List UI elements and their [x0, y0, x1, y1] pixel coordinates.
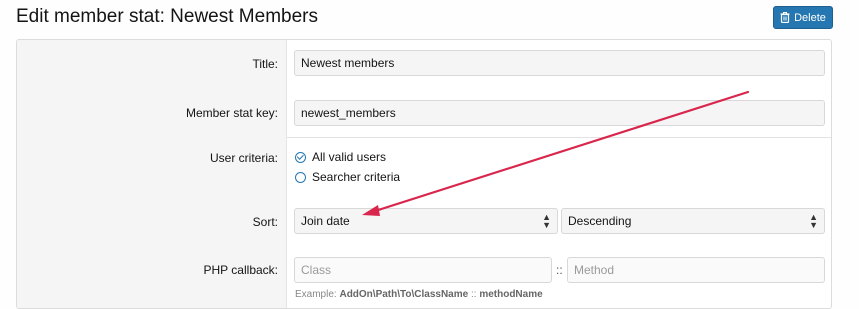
stat-key-label: Member stat key:: [185, 106, 278, 120]
sort-field-select[interactable]: Join date ▲ ▼: [294, 208, 558, 234]
criteria-option-label: Searcher criteria: [312, 170, 401, 184]
callback-method-input[interactable]: Method: [567, 257, 825, 283]
example-separator: ::: [470, 289, 477, 300]
callback-class-input[interactable]: Class: [294, 257, 552, 283]
criteria-label: User criteria:: [209, 151, 278, 165]
sort-order-select[interactable]: Descending ▲ ▼: [561, 208, 825, 234]
stat-key-input[interactable]: newest_members: [294, 100, 825, 126]
sort-label: Sort:: [252, 215, 278, 229]
divider: [287, 137, 831, 138]
criteria-option-all-valid[interactable]: All valid users: [295, 150, 386, 164]
trash-icon: [780, 12, 790, 23]
example-prefix: Example:: [295, 289, 337, 300]
select-arrows-icon: ▲ ▼: [809, 212, 818, 230]
page-title: Edit member stat: Newest Members: [16, 6, 318, 27]
radio-unchecked-icon: [295, 171, 306, 183]
title-label: Title:: [252, 57, 278, 71]
edit-form-panel: Title: Newest members Member stat key: n…: [16, 39, 832, 309]
radio-checked-icon: [295, 151, 306, 163]
delete-button[interactable]: Delete: [773, 6, 833, 29]
callback-separator: ::: [556, 263, 563, 277]
select-arrows-icon: ▲ ▼: [542, 212, 551, 230]
criteria-option-searcher[interactable]: Searcher criteria: [295, 170, 400, 184]
example-class: AddOn\Path\To\ClassName: [339, 289, 469, 300]
callback-example-hint: Example: AddOn\Path\To\ClassName :: meth…: [295, 289, 543, 300]
title-input[interactable]: Newest members: [294, 50, 825, 76]
sort-field-value: Join date: [301, 214, 350, 228]
delete-button-label: Delete: [794, 11, 826, 24]
sort-order-value: Descending: [568, 214, 632, 228]
callback-label: PHP callback:: [203, 263, 278, 277]
criteria-option-label: All valid users: [312, 150, 387, 164]
example-method: methodName: [479, 289, 543, 300]
